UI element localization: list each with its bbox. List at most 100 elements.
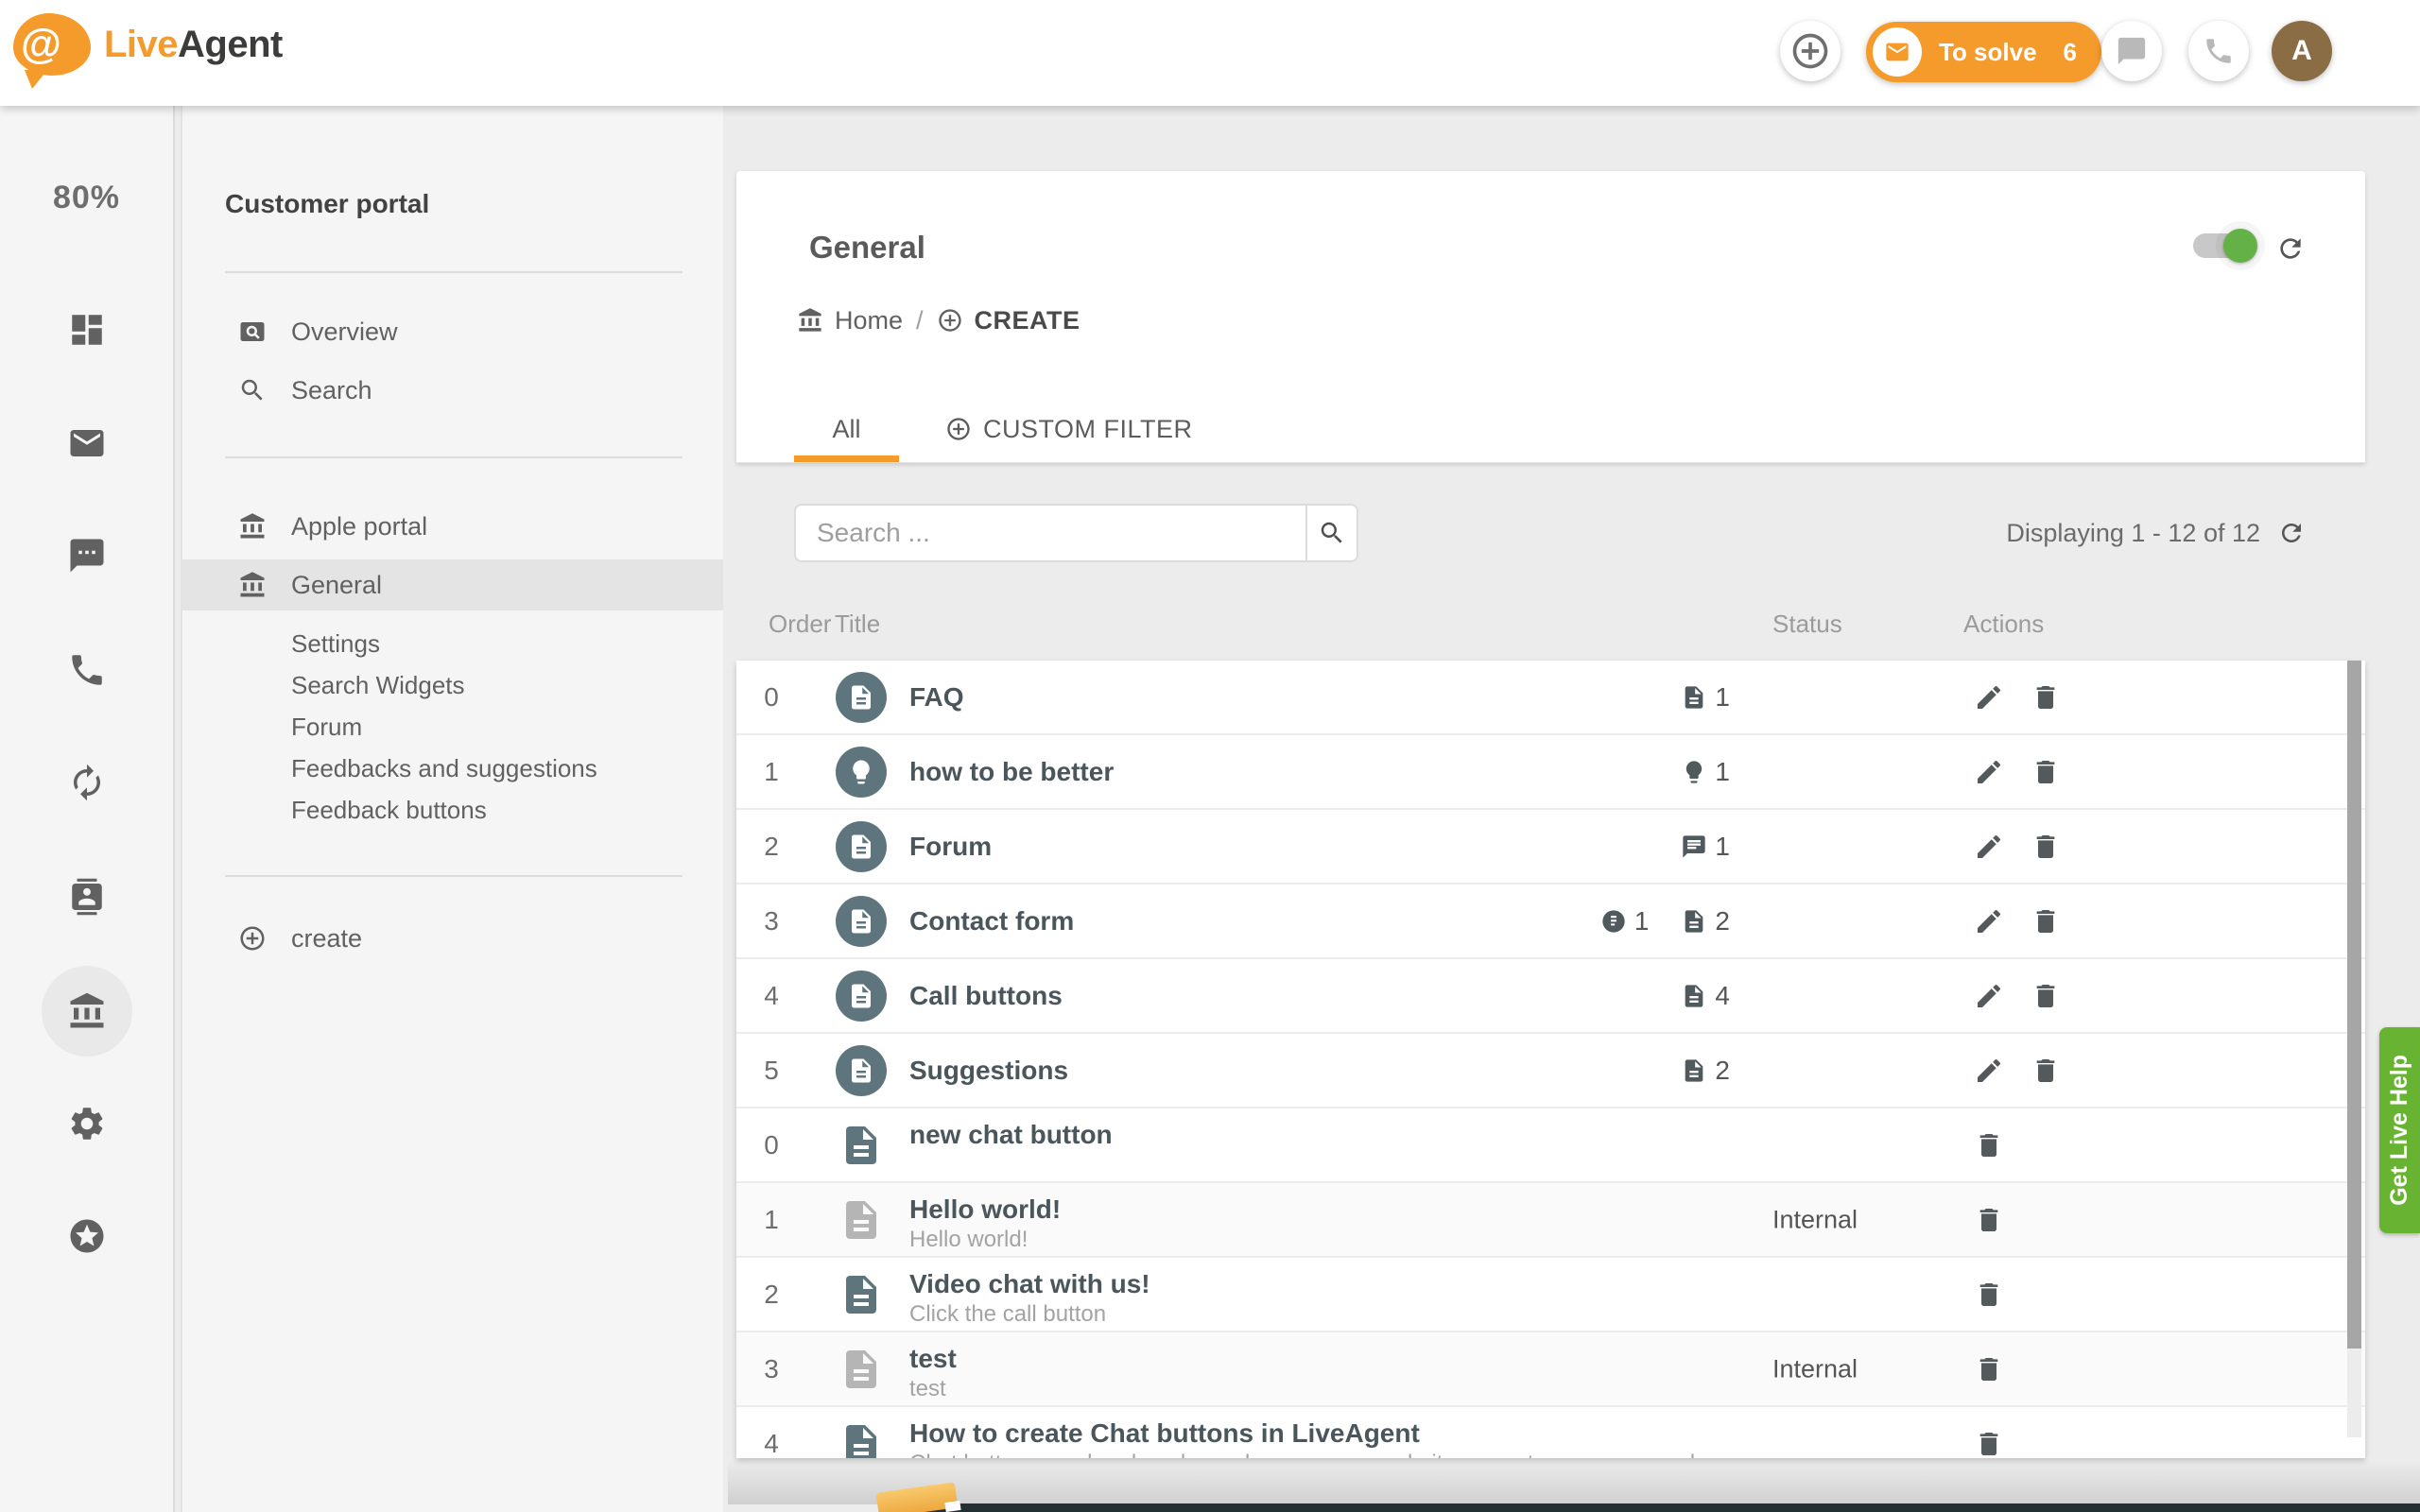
column-header-title: Title	[835, 610, 880, 639]
row-title[interactable]: Call buttons	[909, 981, 1063, 1011]
rail-item-premium[interactable]	[42, 1191, 132, 1281]
tab-custom-filter[interactable]: CUSTOM FILTER	[936, 396, 1202, 462]
row-title[interactable]: Forum	[909, 832, 992, 862]
phone-icon	[2203, 35, 2235, 67]
tab-all[interactable]: All	[794, 396, 899, 462]
count-value: 1	[1715, 682, 1730, 713]
rail-item-tickets[interactable]	[42, 398, 132, 489]
overview-icon	[238, 318, 267, 346]
get-live-help-button[interactable]: Get Live Help	[2379, 1027, 2420, 1233]
delete-button[interactable]	[2031, 682, 2061, 713]
table-row[interactable]: 2 Video chat with us! Click the call but…	[736, 1258, 2365, 1332]
chats-button[interactable]	[2101, 21, 2162, 81]
column-header-order: Order	[769, 610, 831, 639]
table-row[interactable]: 4 How to create Chat buttons in LiveAgen…	[736, 1407, 2365, 1458]
edit-button[interactable]	[1974, 906, 2004, 936]
delete-button[interactable]	[2031, 1056, 2061, 1086]
zoom-level-label: 80%	[0, 180, 173, 216]
table-row[interactable]: 4 Call buttons 4	[736, 959, 2365, 1034]
row-title[interactable]: Suggestions	[909, 1056, 1068, 1086]
search-button[interactable]	[1305, 506, 1357, 560]
edit-button[interactable]	[1974, 1056, 2004, 1086]
breadcrumb-home[interactable]: Home	[797, 306, 903, 335]
sidebar-item-general[interactable]: General	[182, 559, 723, 610]
contact-card-icon	[67, 877, 107, 917]
row-title[interactable]: new chat button	[909, 1120, 1113, 1150]
pencil-icon	[1974, 981, 2004, 1011]
sidebar-item-settings[interactable]: Settings	[291, 629, 380, 659]
logo-text: LiveAgent	[104, 24, 283, 66]
to-solve-button[interactable]: To solve 6	[1866, 22, 2101, 82]
sidebar-item-forum[interactable]: Forum	[291, 713, 362, 742]
breadcrumb-create[interactable]: CREATE	[937, 306, 1080, 335]
table-row[interactable]: 2 Forum 1	[736, 810, 2365, 885]
row-subtitle: Click the call button	[909, 1301, 1106, 1328]
rail-item-settings[interactable]	[42, 1078, 132, 1169]
sidebar-item-feedback-buttons[interactable]: Feedback buttons	[291, 796, 487, 825]
rail-item-customer-portal[interactable]	[42, 966, 132, 1057]
sidebar-item-apple-portal[interactable]: Apple portal	[182, 501, 723, 552]
table-scrollbar[interactable]	[2347, 661, 2361, 1437]
rail-item-contacts[interactable]	[42, 851, 132, 942]
rail-item-chats[interactable]	[42, 510, 132, 601]
row-title[interactable]: Contact form	[909, 906, 1074, 936]
avatar[interactable]: A	[2272, 21, 2332, 81]
trash-icon	[2031, 981, 2061, 1011]
row-title[interactable]: how to be better	[909, 757, 1114, 787]
sidebar-item-overview[interactable]: Overview	[182, 306, 723, 357]
row-title[interactable]: FAQ	[909, 682, 964, 713]
sidebar-item-feedbacks[interactable]: Feedbacks and suggestions	[291, 754, 597, 783]
sidebar-item-label: General	[291, 571, 382, 600]
refresh-icon[interactable]	[2277, 519, 2306, 547]
delete-button[interactable]	[1974, 1354, 2004, 1384]
bank-icon	[238, 571, 267, 599]
table-row[interactable]: 3 Contact form 1 2	[736, 885, 2365, 959]
row-title[interactable]: test	[909, 1344, 957, 1374]
table-row[interactable]: 1 how to be better 1	[736, 735, 2365, 810]
delete-button[interactable]	[1974, 1429, 2004, 1459]
table-row[interactable]: 5 Suggestions 2	[736, 1034, 2365, 1108]
search-input[interactable]	[796, 506, 1305, 560]
delete-button[interactable]	[1974, 1130, 2004, 1160]
delete-button[interactable]	[2031, 981, 2061, 1011]
delete-button[interactable]	[2031, 906, 2061, 936]
envelope-badge	[1873, 27, 1922, 77]
edit-button[interactable]	[1974, 682, 2004, 713]
table-row[interactable]: 0 FAQ 1	[736, 661, 2365, 735]
gear-icon	[67, 1104, 107, 1143]
row-title[interactable]: Video chat with us!	[909, 1269, 1150, 1299]
rail-item-automation[interactable]	[42, 737, 132, 828]
rail-item-dashboard[interactable]	[42, 284, 132, 375]
dashboard-icon	[67, 310, 107, 350]
edit-button[interactable]	[1974, 832, 2004, 862]
calls-button[interactable]	[2188, 21, 2249, 81]
row-title[interactable]: How to create Chat buttons in LiveAgent	[909, 1418, 1420, 1449]
edit-button[interactable]	[1974, 757, 2004, 787]
refresh-icon[interactable]	[2275, 233, 2306, 264]
phone-icon	[67, 650, 107, 690]
scrollbar-thumb[interactable]	[2347, 661, 2361, 1349]
edit-button[interactable]	[1974, 981, 2004, 1011]
delete-button[interactable]	[1974, 1280, 2004, 1310]
delete-button[interactable]	[1974, 1205, 2004, 1235]
row-title[interactable]: Hello world!	[909, 1194, 1061, 1225]
delete-button[interactable]	[2031, 832, 2061, 862]
customer-portal-sidebar: Customer portal Overview Search Apple po…	[182, 106, 723, 1512]
portal-enabled-toggle[interactable]	[2193, 233, 2252, 258]
rail-item-calls[interactable]	[42, 625, 132, 715]
pencil-icon	[1974, 682, 2004, 713]
logo-text-agent: Agent	[178, 24, 283, 65]
table-row[interactable]: 0 new chat button	[736, 1108, 2365, 1183]
table-row[interactable]: 3 test test Internal	[736, 1332, 2365, 1407]
article-count-icon	[1681, 908, 1707, 935]
delete-button[interactable]	[2031, 757, 2061, 787]
sidebar-item-search-widgets[interactable]: Search Widgets	[291, 671, 465, 700]
bottom-popup-shadow	[728, 1460, 2420, 1504]
rail-divider-2	[181, 106, 182, 1512]
sidebar-item-search[interactable]: Search	[182, 365, 723, 416]
add-new-button[interactable]	[1780, 21, 1841, 81]
row-counts: 4	[1681, 981, 1730, 1011]
sidebar-item-create[interactable]: create	[182, 913, 723, 964]
table-row[interactable]: 1 Hello world! Hello world! Internal	[736, 1183, 2365, 1258]
plus-circle-icon	[937, 307, 963, 334]
